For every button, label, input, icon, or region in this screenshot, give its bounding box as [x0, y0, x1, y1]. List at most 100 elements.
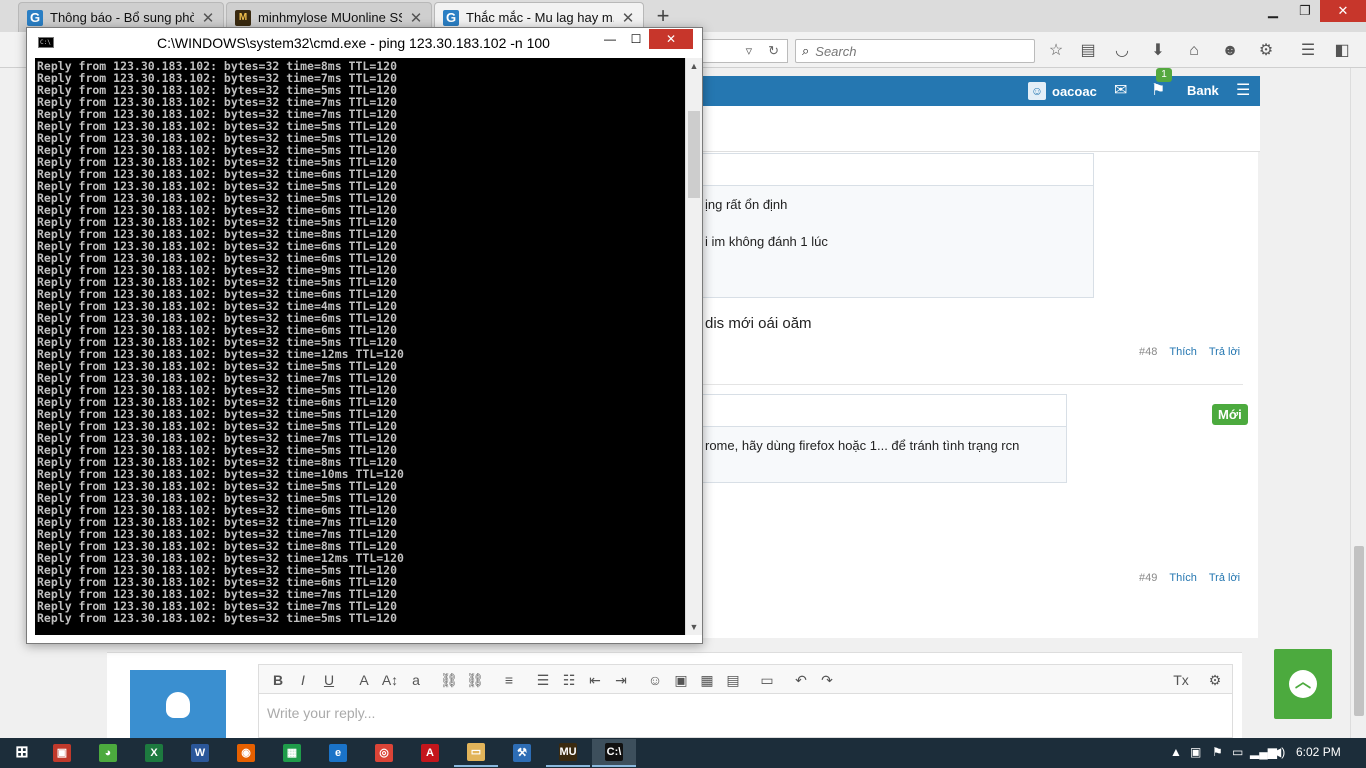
pocket-icon[interactable]: ◡ [1110, 39, 1134, 63]
menu-icon[interactable]: ☰ [1296, 39, 1320, 63]
taskbar-word[interactable]: W [178, 739, 222, 767]
extension-icon[interactable]: ⚙ [1254, 39, 1278, 63]
indent-icon[interactable]: ⇥ [611, 670, 631, 690]
taskbar-start[interactable]: ⊞ [0, 739, 44, 767]
taskbar-mu[interactable]: MU [546, 739, 590, 767]
inbox-icon[interactable]: ✉ [1114, 80, 1127, 100]
site-subnav [700, 106, 1260, 152]
sidebar-icon[interactable]: ◧ [1330, 39, 1354, 63]
unlink-icon[interactable]: ⛓ [465, 670, 485, 690]
underline-icon[interactable]: U [319, 670, 339, 690]
taskbar-green-app[interactable]: ◕ [86, 739, 130, 767]
cmd-scrollbar[interactable]: ▲ ▼ [685, 58, 702, 635]
acrobat-icon: A [421, 744, 439, 762]
page-scrollbar[interactable] [1350, 68, 1366, 738]
scroll-up-icon[interactable]: ▲ [686, 58, 702, 74]
download-icon[interactable]: ⬇ [1146, 39, 1170, 63]
scroll-to-top-button[interactable]: ︿ [1274, 649, 1332, 719]
taskbar-ie[interactable]: e [316, 739, 360, 767]
remove-format-icon[interactable]: Tx [1171, 670, 1191, 690]
new-tab-button[interactable]: + [652, 4, 674, 28]
cmd-window-title: C:\WINDOWS\system32\cmd.exe - ping 123.3… [157, 35, 550, 51]
user-menu[interactable]: ☺ oacoac [1028, 82, 1097, 100]
font-size-icon[interactable]: A↕ [380, 670, 400, 690]
like-link[interactable]: Thích [1169, 572, 1197, 584]
bullet-list-icon[interactable]: ☰ [533, 670, 553, 690]
cmd-console-output[interactable]: Reply from 123.30.183.102: bytes=32 time… [35, 58, 685, 635]
battery-icon[interactable]: ▭ [1232, 745, 1243, 759]
reading-list-icon[interactable]: ▤ [1076, 39, 1100, 63]
reply-link[interactable]: Trả lời [1209, 346, 1240, 358]
cmd-scrollbar-thumb[interactable] [688, 111, 700, 198]
green-box-icon: ▦ [283, 744, 301, 762]
post-number[interactable]: #49 [1139, 572, 1157, 584]
tray-flag-icon[interactable]: ⚑ [1212, 745, 1223, 759]
reply-input[interactable]: Write your reply... [258, 694, 1233, 738]
tray-arrow-icon[interactable]: ▲ [1170, 745, 1182, 759]
taskbar-teamviewer-like[interactable]: ▣ [40, 739, 84, 767]
cmd-minimize-icon[interactable]: — [597, 29, 623, 49]
taskbar-acrobat[interactable]: A [408, 739, 452, 767]
close-tab-icon[interactable]: ✕ [201, 9, 215, 27]
taskbar-tool[interactable]: ⚒ [500, 739, 544, 767]
italic-icon[interactable]: I [293, 670, 313, 690]
teamviewer-like-icon: ▣ [53, 744, 71, 762]
cmd-window: C:\ C:\WINDOWS\system32\cmd.exe - ping 1… [26, 27, 703, 644]
quote-header [701, 154, 1093, 186]
numbered-list-icon[interactable]: ☷ [559, 670, 579, 690]
windows-taskbar: ▲ ▣ ⚑ ▭ ▂▄▆ ◀) 6:02 PM ⊞ ▣ ◕ X W ◉ ▦ e ◎ A ▭ ⚒ MU C:\ [0, 738, 1366, 768]
chat-icon[interactable]: ☻ [1218, 39, 1242, 63]
bank-link[interactable]: Bank [1187, 83, 1219, 98]
save-draft-icon[interactable]: ▭ [757, 670, 777, 690]
close-window-icon[interactable]: ✕ [1320, 0, 1366, 22]
link-icon[interactable]: ⛓ [439, 670, 459, 690]
scroll-down-icon[interactable]: ▼ [686, 619, 702, 635]
chrome-icon: ◎ [375, 744, 393, 762]
insert-icon[interactable]: ▤ [723, 670, 743, 690]
undo-icon[interactable]: ↶ [791, 670, 811, 690]
dropdown-arrow-icon[interactable]: ▿ [746, 43, 753, 59]
cmd-close-icon[interactable]: ✕ [649, 29, 693, 49]
cmd-titlebar[interactable]: C:\ C:\WINDOWS\system32\cmd.exe - ping 1… [27, 28, 702, 58]
green-app-icon: ◕ [99, 744, 117, 762]
home-icon[interactable]: ⌂ [1182, 39, 1206, 63]
cmd-maximize-icon[interactable]: ☐ [623, 29, 649, 49]
taskbar-explorer[interactable]: ▭ [454, 739, 498, 767]
post-number[interactable]: #48 [1139, 346, 1157, 358]
bold-icon[interactable]: B [268, 670, 288, 690]
post-text: dis mới oái oăm [705, 315, 812, 332]
reply-link[interactable]: Trả lời [1209, 572, 1240, 584]
taskbar-firefox[interactable]: ◉ [224, 739, 268, 767]
align-icon[interactable]: ≡ [499, 670, 519, 690]
taskbar-excel[interactable]: X [132, 739, 176, 767]
outdent-icon[interactable]: ⇤ [585, 670, 605, 690]
search-input[interactable]: ⌕ Search [795, 39, 1035, 63]
post-divider [700, 384, 1243, 385]
reload-icon[interactable]: ↻ [768, 43, 779, 59]
url-bar[interactable]: ▿ ↻ [700, 39, 788, 63]
bookmark-star-icon[interactable]: ☆ [1044, 39, 1068, 63]
media-icon[interactable]: ▦ [697, 670, 717, 690]
smiley-icon[interactable]: ☺ [645, 670, 665, 690]
scrollbar-thumb[interactable] [1354, 546, 1364, 716]
hamburger-menu-icon[interactable]: ☰ [1236, 80, 1250, 100]
minimize-icon[interactable]: ▁ [1258, 0, 1288, 22]
explorer-icon: ▭ [467, 743, 485, 761]
taskbar-clock[interactable]: 6:02 PM [1296, 745, 1341, 759]
volume-icon[interactable]: ◀) [1272, 745, 1285, 759]
maximize-icon[interactable]: ❐ [1290, 0, 1320, 22]
taskbar-chrome[interactable]: ◎ [362, 739, 406, 767]
image-icon[interactable]: ▣ [671, 670, 691, 690]
alerts-flag-icon[interactable]: ⚑ [1151, 80, 1165, 100]
like-link[interactable]: Thích [1169, 346, 1197, 358]
tray-app-icon[interactable]: ▣ [1190, 745, 1201, 759]
taskbar-cmd[interactable]: C:\ [592, 739, 636, 767]
font-family-icon[interactable]: a [406, 670, 426, 690]
close-tab-icon[interactable]: ✕ [621, 9, 635, 27]
toggle-bbcode-icon[interactable]: ⚙ [1205, 670, 1225, 690]
redo-icon[interactable]: ↷ [817, 670, 837, 690]
cmd-app-icon: C:\ [38, 37, 54, 48]
font-color-icon[interactable]: A [354, 670, 374, 690]
close-tab-icon[interactable]: ✕ [409, 9, 423, 27]
taskbar-green-box[interactable]: ▦ [270, 739, 314, 767]
